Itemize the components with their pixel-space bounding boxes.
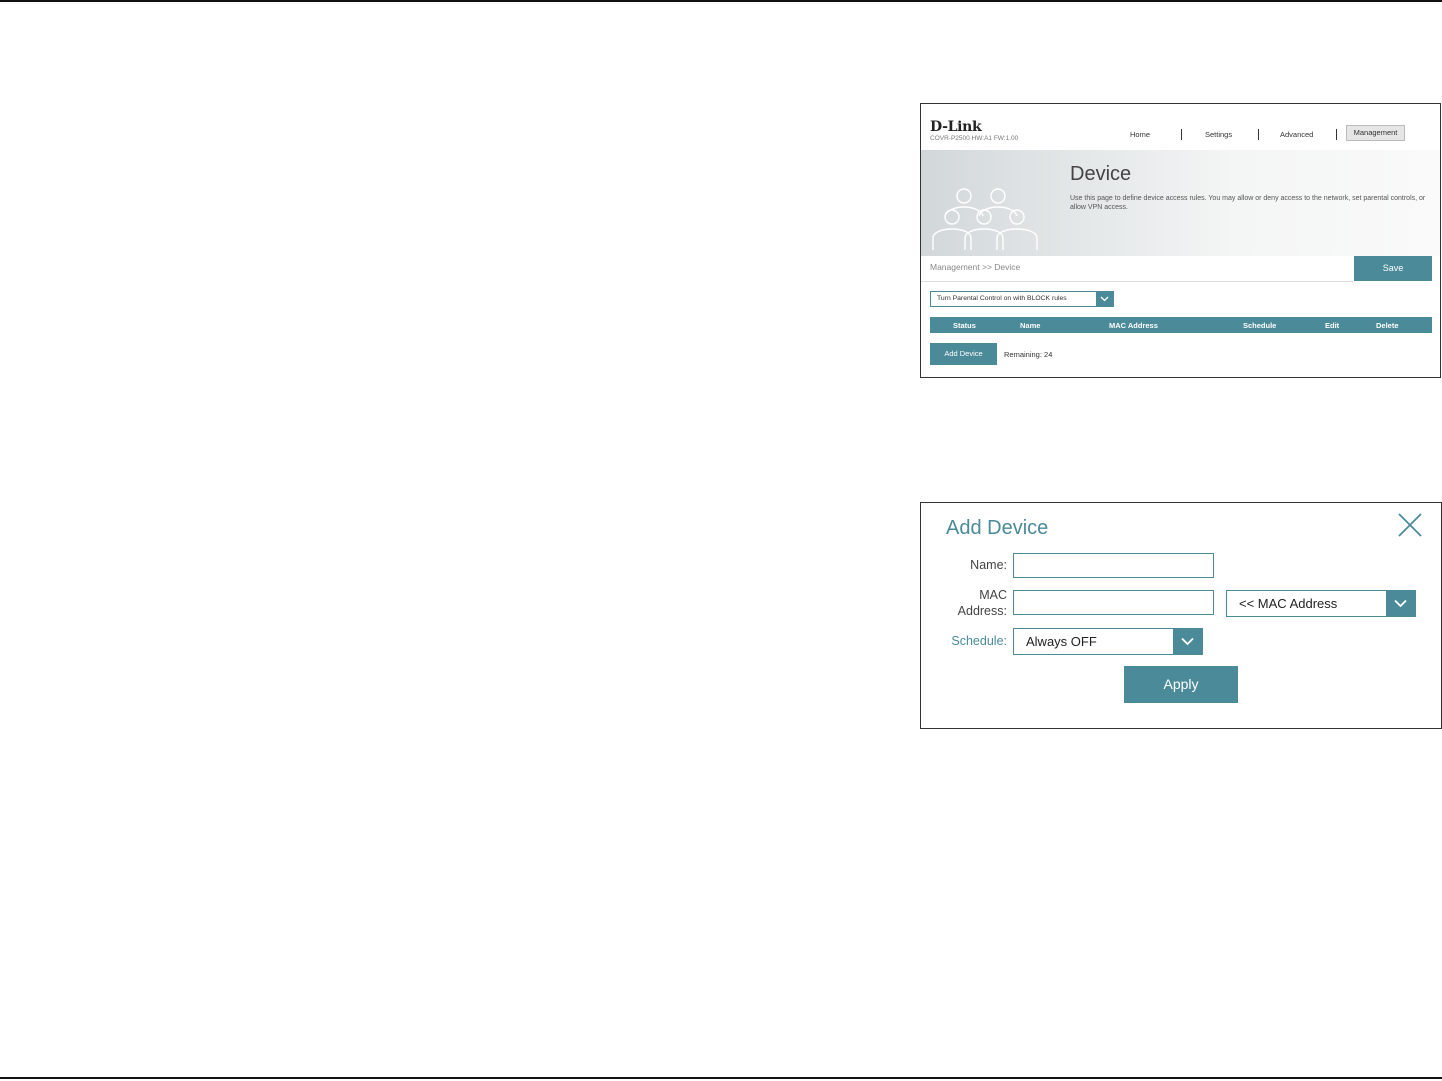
device-table-header: Status Name MAC Address Schedule Edit De…: [930, 317, 1432, 333]
mac-address-input[interactable]: [1013, 590, 1214, 615]
nav-management[interactable]: Management: [1346, 125, 1405, 141]
parental-control-value: Turn Parental Control on with BLOCK rule…: [937, 295, 1067, 302]
chevron-down-icon: [1100, 296, 1109, 302]
page-banner: Device Use this page to define device ac…: [921, 150, 1440, 256]
column-name: Name: [1020, 321, 1041, 330]
nav-separator: [1258, 129, 1259, 140]
nav-settings[interactable]: Settings: [1205, 130, 1232, 139]
nav-separator: [1336, 129, 1337, 140]
page-title: Device: [1070, 163, 1132, 185]
name-input[interactable]: [1013, 553, 1214, 578]
column-edit: Edit: [1325, 321, 1340, 330]
nav-separator: [1181, 129, 1182, 140]
mac-label-line2: Address:: [957, 604, 1007, 618]
parental-control-select[interactable]: Turn Parental Control on with BLOCK rule…: [930, 291, 1114, 307]
chevron-down-icon: [1394, 599, 1407, 608]
dialog-title: Add Device: [946, 517, 1049, 539]
users-group-icon: [932, 188, 1038, 250]
mac-address-dropdown-button[interactable]: [1386, 591, 1415, 616]
bottom-rule: [0, 1077, 1442, 1079]
remaining-count: Remaining: 24: [1004, 350, 1053, 359]
apply-button[interactable]: Apply: [1124, 666, 1238, 703]
column-status: Status: [953, 321, 976, 330]
column-delete: Delete: [1376, 321, 1399, 330]
schedule-select[interactable]: Always OFF: [1013, 628, 1203, 655]
parental-control-dropdown-button[interactable]: [1096, 292, 1113, 306]
top-rule: [0, 0, 1442, 2]
schedule-dropdown-button[interactable]: [1173, 629, 1202, 654]
add-device-dialog: Add Device Name: MAC Address: << MAC Add…: [920, 502, 1442, 729]
column-schedule: Schedule: [1243, 321, 1277, 330]
schedule-select-value: Always OFF: [1026, 634, 1097, 649]
nav-advanced[interactable]: Advanced: [1280, 130, 1313, 139]
device-page-screenshot: D-Link COVR-P2500 HW:A1 FW:1.00 Home Set…: [920, 103, 1441, 378]
nav-home[interactable]: Home: [1130, 130, 1150, 139]
schedule-link[interactable]: Schedule:: [941, 634, 1007, 648]
page-description: Use this page to define device access ru…: [1070, 195, 1426, 211]
chevron-down-icon: [1181, 637, 1194, 646]
name-label: Name:: [970, 558, 1007, 572]
mac-address-select[interactable]: << MAC Address: [1226, 590, 1416, 617]
mac-label-line1: MAC: [979, 588, 1007, 602]
breadcrumb: Management >> Device: [930, 262, 1021, 272]
mac-address-select-value: << MAC Address: [1239, 596, 1338, 611]
dlink-logo: D-Link: [930, 119, 982, 135]
model-info: COVR-P2500 HW:A1 FW:1.00: [930, 135, 1019, 142]
close-icon[interactable]: [1397, 512, 1423, 538]
column-mac-address: MAC Address: [1109, 321, 1158, 330]
add-device-button[interactable]: Add Device: [930, 343, 997, 365]
save-button[interactable]: Save: [1354, 256, 1432, 281]
